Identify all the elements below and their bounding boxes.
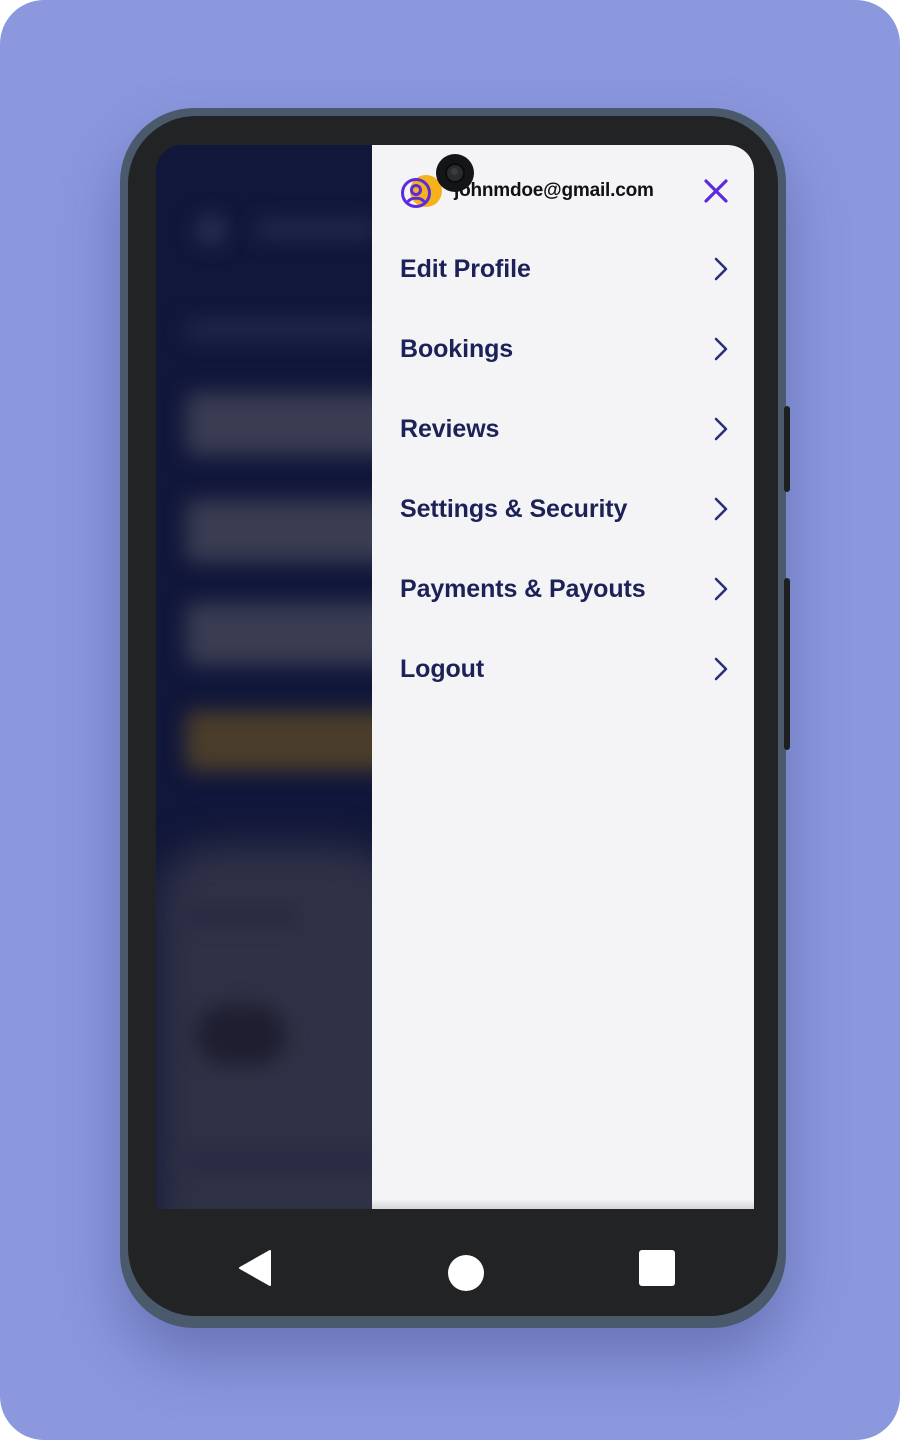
menu-item-label: Edit Profile (400, 254, 531, 283)
menu-item-bookings[interactable]: Bookings (372, 309, 754, 389)
menu-item-label: Payments & Payouts (400, 574, 646, 603)
close-button[interactable] (698, 173, 734, 209)
chevron-right-icon (714, 257, 728, 281)
chevron-right-icon (714, 337, 728, 361)
triangle-back-icon[interactable] (238, 1249, 272, 1287)
blurred-background-app (156, 145, 372, 1209)
menu-item-edit-profile[interactable]: Edit Profile (372, 229, 754, 309)
menu-item-settings-security[interactable]: Settings & Security (372, 469, 754, 549)
chevron-right-icon (714, 417, 728, 441)
chevron-right-icon (714, 577, 728, 601)
menu-item-logout[interactable]: Logout (372, 629, 754, 709)
square-recents-icon[interactable] (639, 1250, 675, 1286)
circle-home-icon[interactable] (448, 1255, 484, 1291)
menu-item-payments-payouts[interactable]: Payments & Payouts (372, 549, 754, 629)
chevron-right-icon (714, 657, 728, 681)
phone-volume-button (784, 578, 790, 750)
menu-item-label: Settings & Security (400, 494, 628, 523)
drawer-bottom-edge (372, 1199, 754, 1209)
user-email: johnmdoe@gmail.com (454, 180, 654, 201)
user-circle-icon (400, 171, 442, 211)
menu-item-label: Reviews (400, 414, 500, 443)
front-camera (436, 154, 474, 192)
menu-item-label: Logout (400, 654, 485, 683)
chevron-right-icon (714, 497, 728, 521)
menu-item-label: Bookings (400, 334, 514, 363)
menu-item-reviews[interactable]: Reviews (372, 389, 754, 469)
system-navigation-bar (128, 1209, 778, 1316)
phone-screen: johnmdoe@gmail.com Edit Profile Bookings… (156, 145, 754, 1209)
side-drawer: johnmdoe@gmail.com Edit Profile Bookings… (372, 145, 754, 1209)
drawer-menu: Edit Profile Bookings Reviews Settings &… (372, 229, 754, 709)
close-icon (704, 179, 728, 203)
phone-power-button (784, 406, 790, 492)
